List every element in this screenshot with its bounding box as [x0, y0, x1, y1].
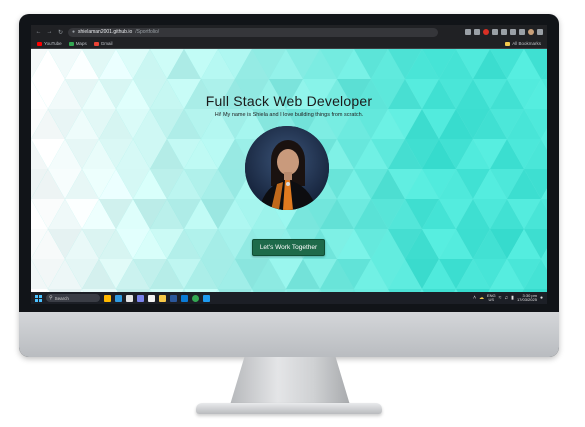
bookmark-maps[interactable]: Maps: [68, 41, 87, 46]
notification-icon[interactable]: ●: [540, 295, 543, 301]
word-icon[interactable]: [170, 294, 177, 302]
clock-date: 17/03/2025: [516, 297, 537, 302]
bookmark-gmail[interactable]: Gmail: [93, 41, 113, 46]
sidebar-icon[interactable]: [519, 29, 525, 35]
bookmark-label: Maps: [75, 41, 87, 46]
forward-button[interactable]: →: [46, 29, 53, 35]
browser-toolbar: ← → ↻ ● shielaman2001.github.io/Sportfol…: [31, 25, 547, 39]
cloud-icon[interactable]: ☁: [479, 295, 484, 301]
taskbar: ⚲ Search ˄ ☁ ENG US ≈ ♫ ▮ 3:30 pm 17/03/…: [31, 292, 547, 304]
youtube-icon: [37, 41, 42, 46]
language-bottom: US: [488, 297, 495, 302]
photos-icon[interactable]: [203, 294, 210, 302]
gmail-icon: [93, 41, 99, 46]
system-tray: ˄ ☁ ENG US ≈ ♫ ▮ 3:30 pm 17/03/2025 ●: [473, 293, 543, 303]
menu-icon[interactable]: [537, 29, 543, 35]
url-path: /Sportfolio/: [135, 29, 160, 35]
profile-avatar[interactable]: [528, 29, 534, 35]
calendar-icon[interactable]: [148, 294, 155, 302]
toolbar-icons: [465, 29, 543, 35]
language-indicator[interactable]: ENG US: [487, 293, 496, 303]
files-icon[interactable]: [159, 294, 166, 302]
volume-icon[interactable]: ♫: [504, 295, 508, 301]
extension-icon[interactable]: [483, 29, 489, 35]
vscode-icon[interactable]: [181, 294, 188, 302]
bookmarks-bar: YouTube Maps Gmail All Bookmarks: [31, 39, 547, 49]
back-button[interactable]: ←: [35, 29, 42, 35]
url-domain: shielaman2001.github.io: [78, 29, 133, 35]
search-icon: ⚲: [49, 295, 53, 301]
clock[interactable]: 3:30 pm 17/03/2025: [516, 293, 537, 303]
monitor-chin: [19, 312, 559, 357]
all-bookmarks[interactable]: All Bookmarks: [505, 41, 541, 46]
battery-icon[interactable]: ▮: [511, 295, 514, 301]
screen: ← → ↻ ● shielaman2001.github.io/Sportfol…: [31, 25, 547, 304]
taskbar-search[interactable]: ⚲ Search: [46, 294, 100, 302]
puzzle-icon[interactable]: [492, 29, 498, 35]
store-icon[interactable]: [126, 294, 133, 302]
chrome-icon[interactable]: [192, 294, 199, 302]
wifi-icon[interactable]: ≈: [499, 295, 502, 301]
reload-button[interactable]: ↻: [57, 29, 64, 36]
bookmark-youtube[interactable]: YouTube: [37, 41, 62, 46]
search-label: Search: [54, 295, 69, 301]
media-icon[interactable]: [501, 29, 507, 35]
chevron-up-icon[interactable]: ˄: [473, 295, 476, 301]
bookmark-label: Gmail: [100, 41, 113, 46]
monitor-stand-base: [196, 403, 382, 414]
download-icon[interactable]: [510, 29, 516, 35]
edge-icon[interactable]: [115, 294, 122, 302]
explorer-icon[interactable]: [104, 294, 111, 302]
page-subtitle: Hi! My name is Shiela and I love buildin…: [214, 112, 364, 118]
lock-icon: ●: [72, 29, 76, 35]
chat-icon[interactable]: [137, 294, 144, 302]
profile-photo: [245, 126, 329, 210]
all-bookmarks-label: All Bookmarks: [512, 41, 541, 46]
share-icon[interactable]: [465, 29, 471, 35]
bookmark-label: YouTube: [44, 41, 62, 46]
folder-icon: [505, 41, 511, 46]
maps-icon: [68, 41, 74, 46]
webpage: Full Stack Web Developer Hi! My name is …: [31, 49, 547, 292]
page-title: Full Stack Web Developer: [205, 93, 373, 109]
monitor-stand: [230, 357, 350, 405]
start-button[interactable]: [35, 294, 42, 302]
lets-work-together-button[interactable]: Let's Work Together: [252, 239, 325, 256]
star-icon[interactable]: [474, 29, 480, 35]
address-bar[interactable]: ● shielaman2001.github.io/Sportfolio/: [68, 27, 438, 37]
